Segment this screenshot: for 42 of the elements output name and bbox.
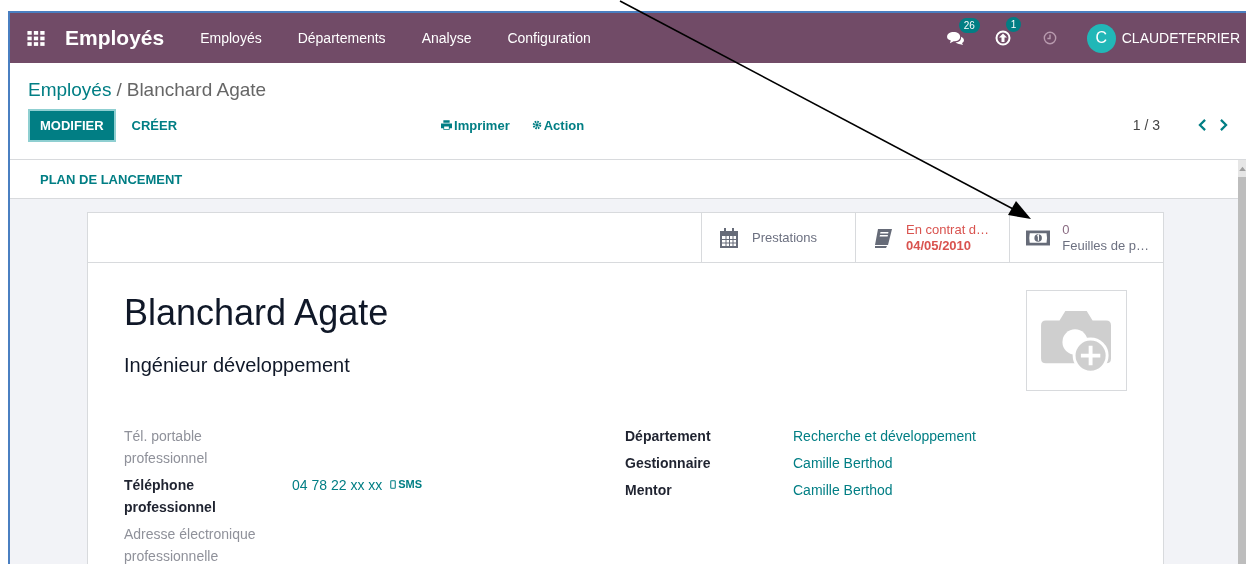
- menu-item[interactable]: Employés: [200, 30, 262, 46]
- app-name[interactable]: Employés: [65, 26, 165, 50]
- edit-button[interactable]: MODIFIER: [28, 108, 116, 142]
- phone-link[interactable]: 04 78 22 xx xx: [292, 474, 383, 496]
- gear-icon: [531, 120, 542, 130]
- phone-icon: [390, 479, 397, 489]
- menu-item[interactable]: Départements: [297, 30, 386, 46]
- job-title: Ingénieur développement: [124, 354, 351, 377]
- field-label: Gestionnaire: [625, 454, 712, 473]
- menu-item[interactable]: Configuration: [507, 30, 591, 46]
- activity-count-badge: 1: [1005, 17, 1022, 32]
- menu-item[interactable]: Analyse: [421, 30, 472, 46]
- banknote-icon: [1026, 228, 1051, 247]
- print-button[interactable]: Imprimer: [441, 117, 510, 133]
- next-icon[interactable]: [1219, 119, 1228, 131]
- message-count-badge: 26: [958, 17, 980, 33]
- sms-link[interactable]: SMS: [390, 474, 423, 494]
- field-value-link[interactable]: Camille Berthod: [793, 452, 893, 474]
- pager-counter: 1 / 3: [1132, 117, 1160, 133]
- field-label: Département: [625, 427, 712, 446]
- field-value-link[interactable]: Recherche et développement: [793, 425, 976, 447]
- action-button[interactable]: Action: [531, 117, 585, 133]
- calendar-icon: [718, 226, 740, 249]
- field-label: Adresse électronique professionnelle: [124, 525, 257, 564]
- field-label: Téléphone professionnel: [124, 476, 217, 517]
- field-value-link[interactable]: Camille Berthod: [793, 479, 893, 501]
- activity-icon[interactable]: [994, 30, 1011, 46]
- employee-name: Blanchard Agate: [124, 292, 389, 334]
- chat-icon[interactable]: [945, 30, 965, 46]
- create-button[interactable]: CRÉER: [115, 110, 194, 140]
- field-label: Mentor: [625, 481, 673, 500]
- user-name[interactable]: CLAUDETERRIER: [1121, 30, 1240, 46]
- field-label: Tél. portable professionnel: [124, 427, 209, 468]
- launch-plan-button[interactable]: PLAN DE LANCEMENT: [30, 171, 193, 187]
- book-icon: [872, 226, 894, 249]
- breadcrumb-separator: /: [116, 79, 122, 100]
- printer-icon: [441, 120, 453, 130]
- clock-icon[interactable]: [1042, 31, 1057, 45]
- breadcrumb-link[interactable]: Employés: [28, 79, 112, 100]
- breadcrumb-current: Blanchard Agate: [126, 79, 267, 100]
- apps-grid-icon[interactable]: [27, 30, 45, 46]
- previous-icon[interactable]: [1198, 119, 1207, 131]
